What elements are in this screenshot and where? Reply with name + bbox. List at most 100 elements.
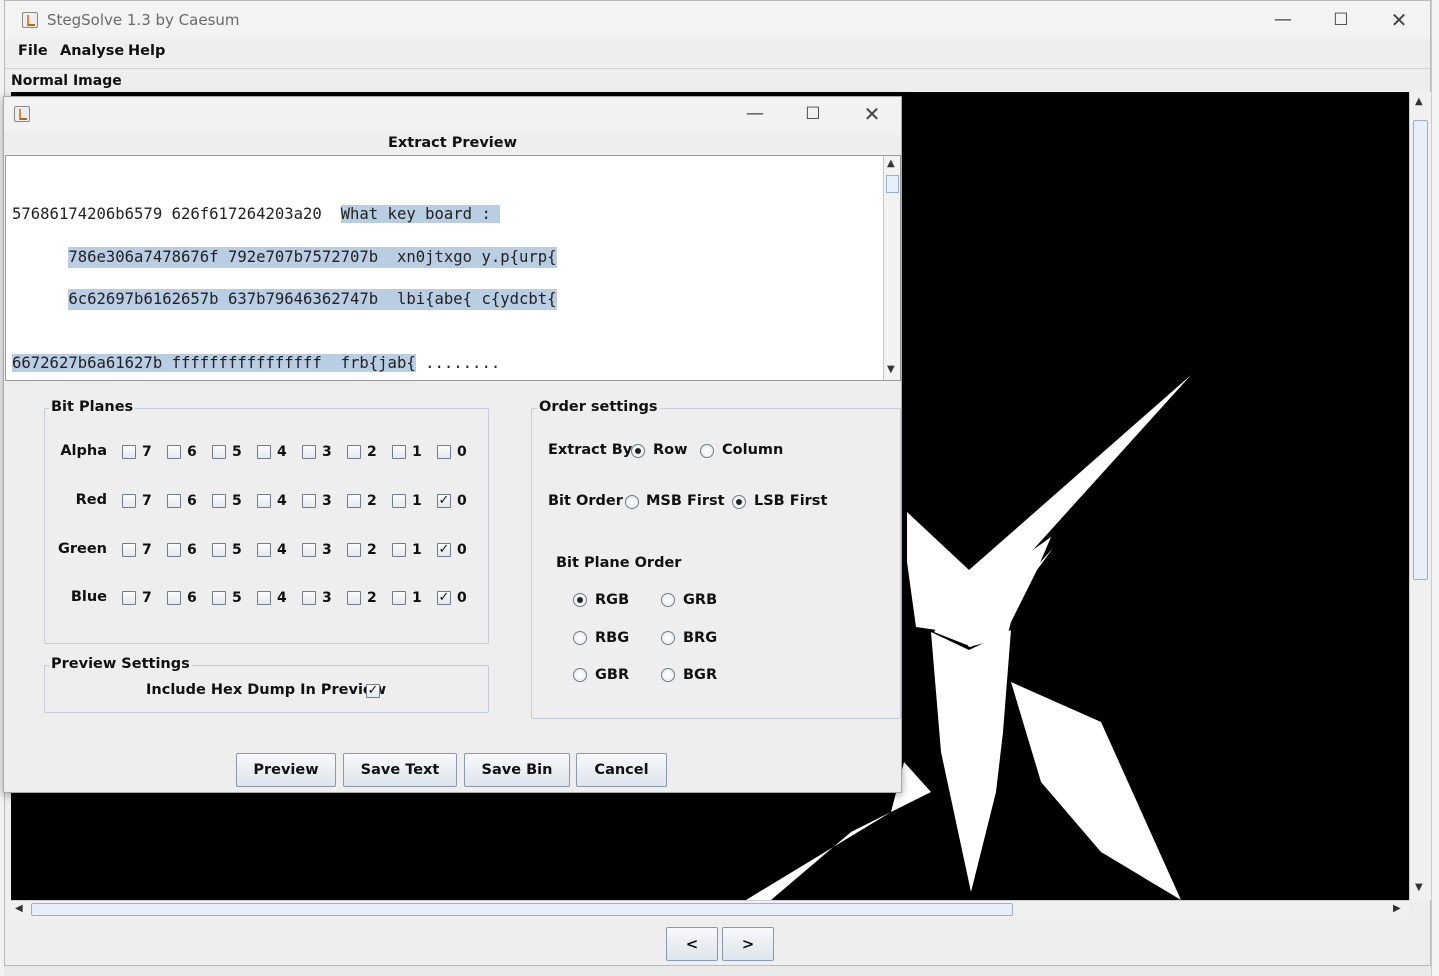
maximize-icon[interactable]: ☐ [1321, 5, 1361, 35]
scroll-up-icon[interactable]: ▲ [1415, 96, 1423, 107]
java-app-icon [22, 12, 38, 28]
extract-by-row-radio[interactable] [631, 444, 645, 458]
menu-help[interactable]: Help [128, 43, 165, 59]
extract-dialog: — ☐ ✕ Extract Preview 57686174206b6579 6… [3, 96, 902, 793]
main-title-bar[interactable]: StegSolve 1.3 by Caesum — ☐ ✕ [5, 1, 1430, 39]
bit-number-label: 5 [232, 542, 242, 558]
bit-plane-checkbox[interactable] [212, 543, 226, 557]
close-icon[interactable]: ✕ [1379, 5, 1419, 35]
bit-plane-checkbox[interactable] [212, 494, 226, 508]
preview-scrollbar[interactable]: ▲ ▼ [883, 156, 900, 380]
scroll-down-icon[interactable]: ▼ [887, 364, 895, 375]
bit-plane-checkbox[interactable] [167, 445, 181, 459]
bit-plane-checkbox[interactable]: ✓ [437, 543, 451, 557]
include-hex-checkbox[interactable]: ✓ [366, 684, 380, 698]
order-gbr-radio[interactable] [573, 668, 587, 682]
bit-plane-checkbox[interactable] [167, 591, 181, 605]
bit-number-label: 5 [232, 444, 242, 460]
order-rbg-label: RBG [595, 630, 630, 646]
dialog-maximize-icon[interactable]: ☐ [793, 99, 833, 129]
bit-number-label: 6 [187, 444, 197, 460]
bit-plane-checkbox[interactable] [212, 591, 226, 605]
menu-analyse[interactable]: Analyse [60, 43, 124, 59]
bit-plane-checkbox[interactable] [392, 543, 406, 557]
save-bin-button[interactable]: Save Bin [464, 753, 570, 787]
bit-plane-checkbox[interactable] [347, 445, 361, 459]
order-brg-radio[interactable] [661, 631, 675, 645]
horizontal-scroll-thumb[interactable] [31, 903, 1013, 916]
save-text-button[interactable]: Save Text [343, 753, 457, 787]
bit-plane-checkbox[interactable] [212, 445, 226, 459]
bit-number-label: 4 [277, 542, 287, 558]
bit-plane-checkbox[interactable] [302, 445, 316, 459]
preview-text: 57686174206b6579 626f617264203a20 What k… [12, 162, 557, 380]
extract-by-column-radio[interactable] [700, 444, 714, 458]
order-grb-radio[interactable] [661, 593, 675, 607]
order-bgr-label: BGR [683, 667, 718, 683]
cancel-button[interactable]: Cancel [576, 753, 667, 787]
bit-plane-checkbox[interactable] [122, 494, 136, 508]
bit-planes-title: Bit Planes [49, 399, 136, 415]
bit-plane-checkbox[interactable] [392, 494, 406, 508]
bit-planes-group [44, 408, 489, 644]
bit-plane-checkbox[interactable] [122, 591, 136, 605]
bit-number-label: 4 [277, 590, 287, 606]
bit-number-label: 0 [457, 590, 467, 606]
image-vertical-scrollbar[interactable]: ▲ ▼ [1409, 92, 1431, 900]
desktop-edge-right [1431, 0, 1439, 976]
bit-plane-checkbox[interactable] [347, 494, 361, 508]
bit-plane-checkbox[interactable] [167, 494, 181, 508]
preview-settings-title: Preview Settings [49, 656, 192, 672]
order-rbg-radio[interactable] [573, 631, 587, 645]
bit-plane-checkbox[interactable] [257, 445, 271, 459]
bit-plane-checkbox[interactable] [437, 445, 451, 459]
bit-plane-checkbox[interactable] [257, 543, 271, 557]
bit-plane-checkbox[interactable] [302, 591, 316, 605]
vertical-scroll-thumb[interactable] [1413, 120, 1428, 580]
bit-number-label: 4 [277, 493, 287, 509]
image-horizontal-scrollbar[interactable]: ◀ ▶ [11, 900, 1409, 918]
dialog-title-bar[interactable]: — ☐ ✕ [4, 97, 901, 131]
bit-plane-checkbox[interactable] [302, 494, 316, 508]
java-app-icon [14, 106, 30, 122]
lsb-first-label: LSB First [754, 493, 828, 509]
bit-plane-checkbox[interactable]: ✓ [437, 591, 451, 605]
bit-plane-checkbox[interactable] [302, 543, 316, 557]
dialog-close-icon[interactable]: ✕ [852, 99, 892, 129]
scroll-right-icon[interactable]: ▶ [1393, 903, 1401, 914]
preview-scroll-thumb[interactable] [886, 175, 899, 193]
prev-button[interactable]: < [666, 927, 718, 961]
order-gbr-label: GBR [595, 667, 630, 683]
preview-button[interactable]: Preview [236, 753, 336, 787]
bit-plane-checkbox[interactable] [122, 445, 136, 459]
bit-plane-checkbox[interactable] [392, 445, 406, 459]
bit-plane-row-label: Red [75, 492, 107, 508]
order-rgb-radio[interactable] [573, 593, 587, 607]
order-bgr-radio[interactable] [661, 668, 675, 682]
msb-first-radio[interactable] [625, 495, 639, 509]
dialog-minimize-icon[interactable]: — [735, 99, 775, 129]
extract-preview-textarea[interactable]: 57686174206b6579 626f617264203a20 What k… [5, 155, 901, 381]
scroll-down-icon[interactable]: ▼ [1415, 882, 1423, 893]
minimize-icon[interactable]: — [1263, 5, 1303, 35]
bit-plane-checkbox[interactable] [347, 543, 361, 557]
next-button[interactable]: > [722, 927, 774, 961]
bit-number-label: 1 [412, 444, 422, 460]
bit-number-label: 1 [412, 542, 422, 558]
window-title: StegSolve 1.3 by Caesum [47, 11, 240, 29]
bit-number-label: 1 [412, 590, 422, 606]
lsb-first-radio[interactable] [732, 495, 746, 509]
bit-plane-row-label: Blue [70, 589, 107, 605]
scroll-left-icon[interactable]: ◀ [15, 903, 23, 914]
bit-plane-checkbox[interactable] [257, 494, 271, 508]
bit-plane-checkbox[interactable] [347, 591, 361, 605]
bit-plane-checkbox[interactable] [257, 591, 271, 605]
scroll-up-icon[interactable]: ▲ [887, 158, 895, 169]
bit-plane-checkbox[interactable] [167, 543, 181, 557]
menu-file[interactable]: File [18, 43, 48, 59]
bit-number-label: 7 [142, 444, 152, 460]
bit-plane-checkbox[interactable]: ✓ [437, 494, 451, 508]
bit-plane-checkbox[interactable] [392, 591, 406, 605]
bit-plane-checkbox[interactable] [122, 543, 136, 557]
preview-line: 57686174206b6579 626f617264203a20 What k… [12, 204, 557, 225]
